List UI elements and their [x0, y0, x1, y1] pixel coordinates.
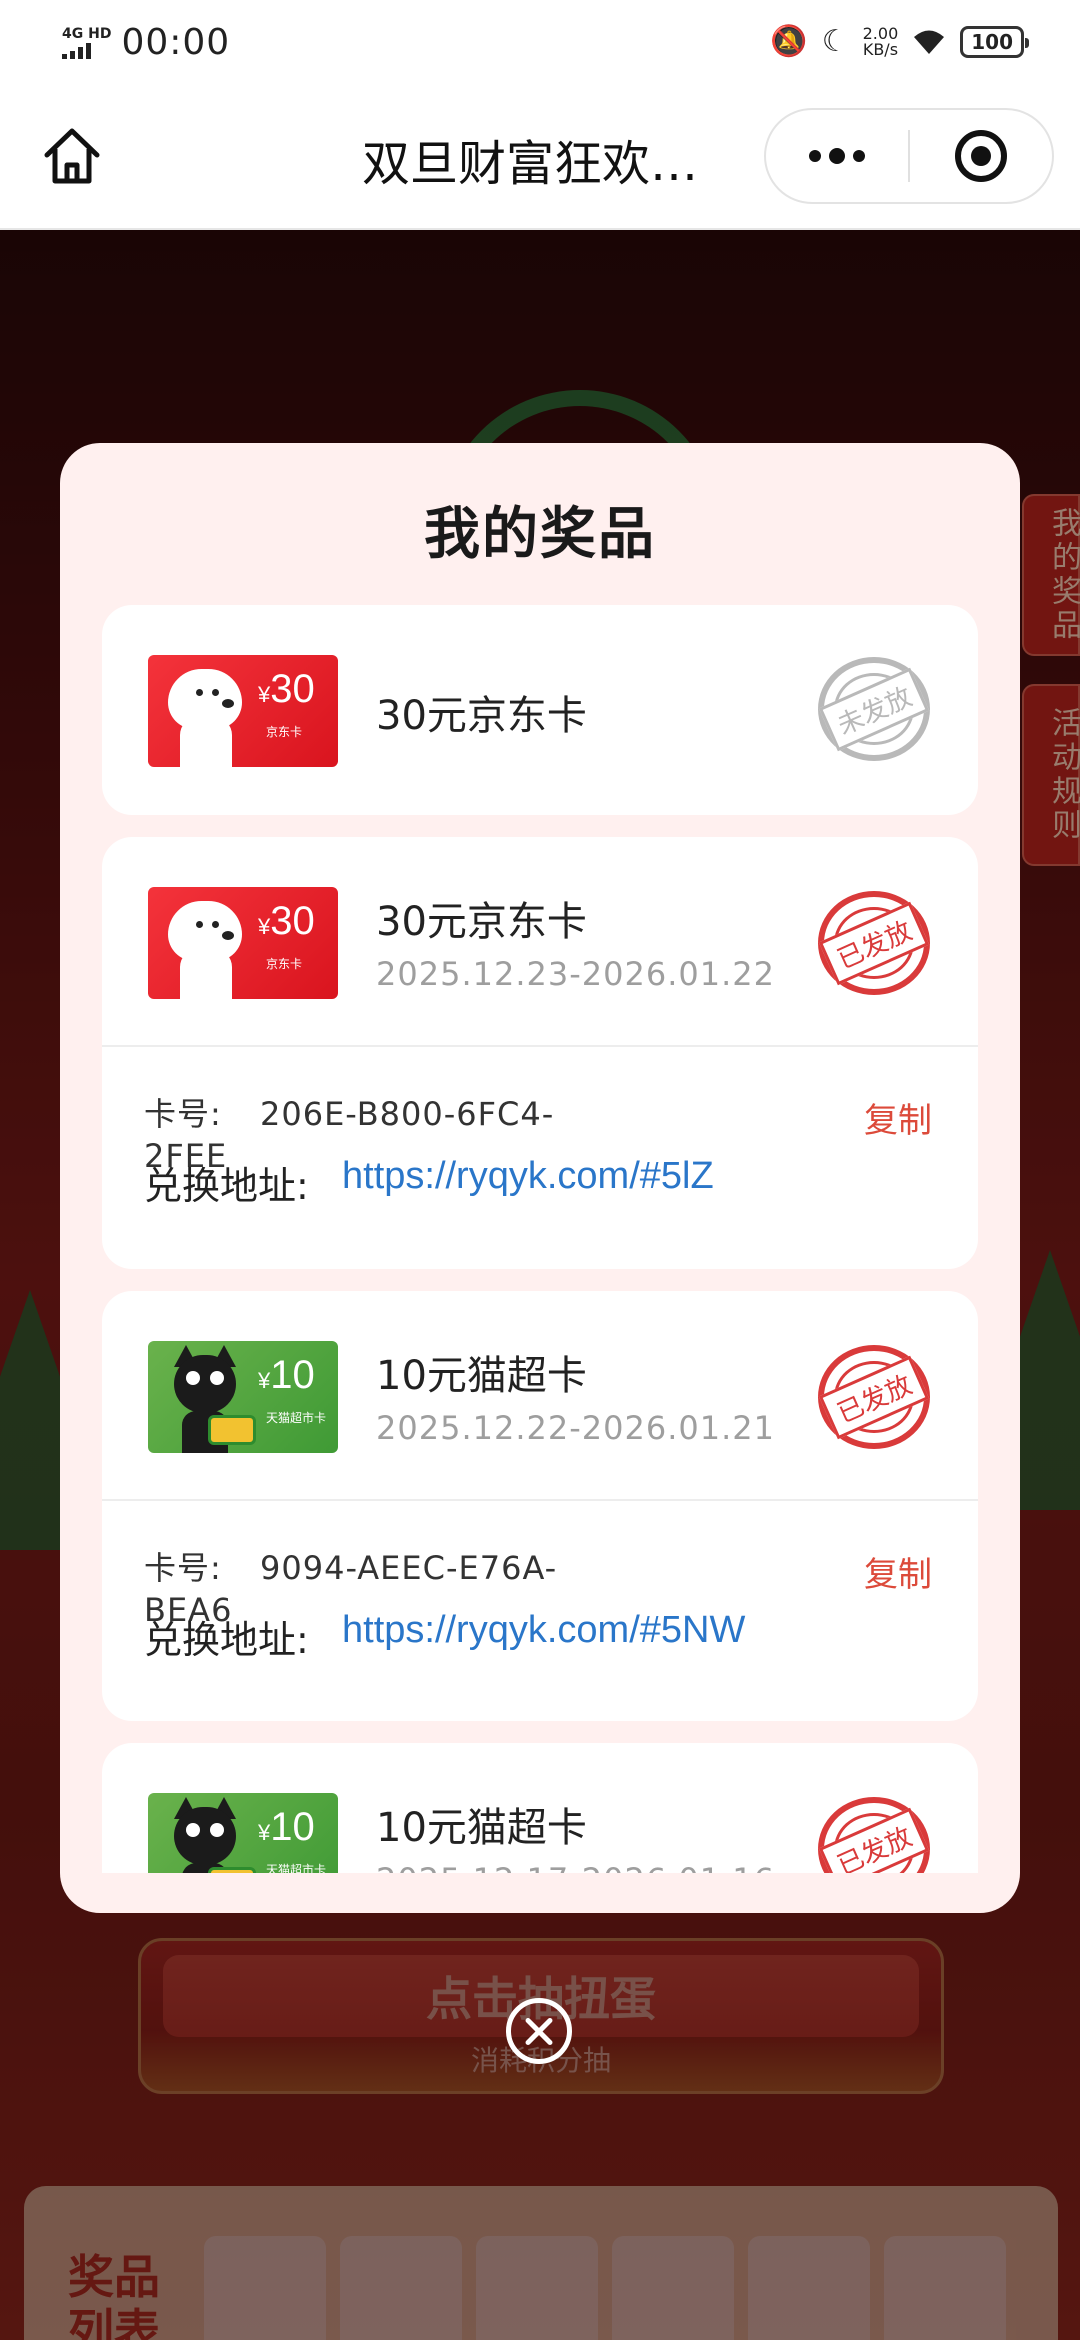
shopping-cart-icon: [208, 1415, 256, 1445]
prize-validity-date: 2025.12.17-2026.01.16: [376, 1861, 775, 1873]
tmall-cat-icon: [174, 1807, 236, 1865]
card-divider: [102, 1045, 978, 1047]
card-image-caption: 京东卡: [266, 957, 303, 971]
status-stamp: 已发放: [818, 891, 930, 995]
prize-card: ¥30 京东卡 30元京东卡 未发放: [102, 605, 978, 815]
prize-name: 30元京东卡: [376, 899, 587, 945]
card-image-value: ¥30: [258, 667, 315, 711]
network-type: 4G HD: [62, 26, 112, 42]
status-stamp: 已发放: [818, 1345, 930, 1449]
card-number-label: 卡号:: [144, 1095, 222, 1133]
status-right: 🔕 ☾ 2.00 KB/s 100: [770, 24, 1029, 59]
page-title: 双旦财富狂欢…: [362, 136, 699, 192]
card-number-label: 卡号:: [144, 1549, 222, 1587]
prize-list[interactable]: ¥30 京东卡 30元京东卡 未发放 ¥30 京东卡 30元京东卡 2025.1…: [102, 605, 978, 1873]
prize-name: 10元猫超卡: [376, 1353, 587, 1399]
shopping-cart-icon: [208, 1867, 256, 1873]
status-bar: 4G HD 00:00 🔕 ☾ 2.00 KB/s 100: [0, 0, 1080, 84]
card-image-value: ¥10: [258, 1805, 315, 1849]
jd-card-image: ¥30 京东卡: [148, 655, 338, 767]
network-speed: 2.00 KB/s: [863, 26, 899, 58]
tmall-cat-icon: [174, 1355, 236, 1413]
clock: 00:00: [121, 21, 231, 63]
prize-validity-date: 2025.12.22-2026.01.21: [376, 1409, 775, 1447]
copy-button[interactable]: 复制: [864, 1093, 932, 1142]
card-image-value: ¥30: [258, 899, 315, 943]
card-image-caption: 天猫超市卡: [266, 1411, 327, 1425]
signal-bars-icon: [62, 43, 91, 59]
redeem-link[interactable]: https://ryqyk.com/#5lZ: [342, 1155, 714, 1198]
card-image-caption: 天猫超市卡: [266, 1863, 327, 1873]
redeem-link[interactable]: https://ryqyk.com/#5NW: [342, 1609, 745, 1652]
my-prizes-modal: 我的奖品 ¥30 京东卡 30元京东卡 未发放 ¥30 京东卡 30元京东卡 2…: [60, 443, 1020, 1913]
target-icon: [954, 130, 1007, 182]
moon-icon: ☾: [821, 24, 849, 59]
modal-title: 我的奖品: [424, 502, 656, 567]
tmall-card-image: ¥10 天猫超市卡: [148, 1341, 338, 1453]
home-icon: [44, 128, 100, 184]
bell-muted-icon: 🔕: [770, 24, 808, 59]
status-stamp: 已发放: [818, 1797, 930, 1873]
more-dot: [853, 150, 865, 162]
card-image-caption: 京东卡: [266, 725, 303, 739]
status-stamp: 未发放: [818, 657, 930, 761]
mini-program-title-bar: 双旦财富狂欢…: [0, 84, 1080, 230]
speed-unit: KB/s: [862, 40, 899, 59]
prize-name: 30元京东卡: [376, 693, 587, 739]
address-label: 兑换地址:: [144, 1618, 309, 1662]
close-modal-button[interactable]: [506, 1998, 572, 2064]
card-image-value: ¥10: [258, 1353, 315, 1397]
more-dot: [829, 148, 845, 164]
home-button[interactable]: [38, 122, 106, 190]
prize-validity-date: 2025.12.23-2026.01.22: [376, 955, 775, 993]
prize-card: ¥30 京东卡 30元京东卡 2025.12.23-2026.01.22 已发放…: [102, 837, 978, 1269]
capsule-menu: [764, 108, 1054, 204]
tmall-card-image: ¥10 天猫超市卡: [148, 1793, 338, 1873]
wifi-icon: [914, 30, 945, 54]
more-dot: [809, 150, 821, 162]
copy-button[interactable]: 复制: [864, 1547, 932, 1596]
battery-indicator: 100: [960, 26, 1029, 58]
prize-name: 10元猫超卡: [376, 1805, 587, 1851]
exit-mini-program-button[interactable]: [910, 110, 1052, 202]
prize-card: ¥10 天猫超市卡 10元猫超卡 2025.12.22-2026.01.21 已…: [102, 1291, 978, 1721]
more-button[interactable]: [766, 110, 908, 202]
jd-card-image: ¥30 京东卡: [148, 887, 338, 999]
address-label: 兑换地址:: [144, 1164, 309, 1208]
signal-indicator: 4G HD: [62, 25, 111, 59]
card-divider: [102, 1499, 978, 1501]
prize-card: ¥10 天猫超市卡 10元猫超卡 2025.12.17-2026.01.16 已…: [102, 1743, 978, 1873]
status-left: 4G HD 00:00: [62, 22, 230, 63]
